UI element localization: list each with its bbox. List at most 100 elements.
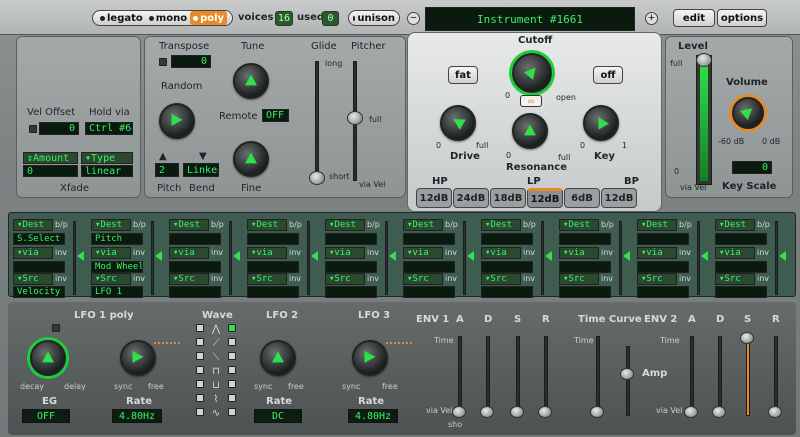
resonance-knob[interactable] (512, 113, 548, 149)
mod-via-value[interactable] (169, 261, 221, 273)
mod-src-header[interactable]: ▾ Src (247, 273, 287, 285)
mod-via-header[interactable]: ▾ via (637, 247, 677, 259)
glide-slider-handle[interactable] (309, 171, 325, 185)
env1-r-slider[interactable] (544, 336, 548, 416)
env2-r-handle[interactable] (768, 406, 782, 418)
slope-selector[interactable]: 12dB 24dB 18dB 12dB 6dB 12dB (408, 188, 663, 212)
lfo3-rate-knob[interactable] (352, 340, 388, 376)
amp-curve-handle[interactable] (620, 368, 634, 380)
wave-row-smooth[interactable]: ∿ (196, 408, 236, 419)
env1-d-handle[interactable] (480, 406, 494, 418)
mod-dest-header[interactable]: ▾ Dest (169, 219, 209, 231)
mod-dest-header[interactable]: ▾ Dest (559, 219, 599, 231)
mod-dest-value[interactable]: Pitch (91, 233, 143, 245)
legato-button[interactable]: legato (97, 11, 146, 25)
amount-field[interactable]: 0 (23, 165, 78, 177)
env1-a-handle[interactable] (452, 406, 466, 418)
mod-dest-value[interactable] (637, 233, 689, 245)
wave-row-saw-down[interactable]: ⟋ (196, 338, 236, 349)
mod-amount-slider[interactable] (73, 221, 76, 295)
mod-amount-arrow-icon[interactable] (623, 251, 630, 261)
env1-d-slider[interactable] (486, 336, 490, 416)
mod-dest-header[interactable]: ▾ Dest (325, 219, 365, 231)
env2-s-slider[interactable] (746, 336, 750, 416)
wave-row-random[interactable]: ⌇ (196, 394, 236, 405)
env2-s-handle[interactable] (740, 332, 754, 344)
mod-src-header[interactable]: ▾ Src (13, 273, 53, 285)
mod-amount-slider[interactable] (775, 221, 778, 295)
wave-row-pulse[interactable]: ⊔ (196, 380, 236, 391)
mod-amount-slider[interactable] (541, 221, 544, 295)
voices-field[interactable]: 16 (275, 11, 293, 26)
mod-dest-value[interactable] (559, 233, 611, 245)
cutoff-knob[interactable] (512, 53, 552, 93)
mod-amount-slider[interactable] (307, 221, 310, 295)
mod-dest-header[interactable]: ▾ Dest (715, 219, 755, 231)
mod-via-header[interactable]: ▾ via (13, 247, 53, 259)
voice-mode-selector[interactable]: legato mono poly (92, 10, 233, 26)
lfo3-rate-field[interactable]: 4.80Hz (348, 409, 398, 423)
off-button[interactable]: off (593, 66, 623, 84)
mod-via-value[interactable] (559, 261, 611, 273)
previous-preset-icon[interactable]: − (407, 12, 420, 25)
mod-dest-header[interactable]: ▾ Dest (91, 219, 131, 231)
env2-a-slider[interactable] (690, 336, 694, 416)
options-button[interactable]: options (717, 9, 767, 27)
mod-src-value[interactable] (247, 286, 299, 298)
env1-s-handle[interactable] (510, 406, 524, 418)
mod-via-value[interactable] (637, 261, 689, 273)
mod-dest-value[interactable] (481, 233, 533, 245)
type-field[interactable]: linear (81, 165, 133, 177)
lfo2-rate-knob[interactable] (260, 340, 296, 376)
env2-d-slider[interactable] (718, 336, 722, 416)
amount-header[interactable]: ⇕ Amount (23, 152, 78, 164)
mod-src-header[interactable]: ▾ Src (715, 273, 755, 285)
time-curve-slider[interactable] (596, 336, 600, 416)
slope-lp-12db[interactable]: 12dB (527, 188, 563, 208)
mod-src-header[interactable]: ▾ Src (91, 273, 131, 285)
mod-amount-slider[interactable] (385, 221, 388, 295)
mod-amount-arrow-icon[interactable] (155, 251, 162, 261)
wave-row-square[interactable]: ⊓ (196, 366, 236, 377)
eg-field[interactable]: OFF (22, 409, 70, 423)
mod-dest-value[interactable] (247, 233, 299, 245)
mod-via-value[interactable] (715, 261, 767, 273)
mod-src-value[interactable]: Velocity (13, 286, 65, 298)
mod-src-value[interactable] (715, 286, 767, 298)
mod-src-header[interactable]: ▾ Src (169, 273, 209, 285)
mod-amount-arrow-icon[interactable] (701, 251, 708, 261)
amp-curve-slider[interactable] (626, 346, 630, 416)
fine-knob[interactable] (233, 141, 269, 177)
mod-via-value[interactable] (481, 261, 533, 273)
mod-src-value[interactable] (481, 286, 533, 298)
mod-dest-value[interactable] (715, 233, 767, 245)
mono-button[interactable]: mono (146, 11, 190, 25)
wave-selector[interactable]: ⋀ ⟋ ⟍ ⊓ ⊔ ⌇ ∿ (196, 324, 236, 428)
remote-field[interactable]: OFF (262, 109, 289, 122)
env1-a-slider[interactable] (458, 336, 462, 416)
mod-src-header[interactable]: ▾ Src (325, 273, 365, 285)
slope-lp-24db[interactable]: 24dB (453, 188, 489, 208)
mod-amount-arrow-icon[interactable] (311, 251, 318, 261)
fat-button[interactable]: fat (448, 66, 478, 84)
lfo1-eg-knob[interactable] (30, 340, 66, 376)
slope-hp-12db[interactable]: 12dB (416, 188, 452, 208)
mod-via-value[interactable]: Mod Wheel (91, 261, 143, 273)
mod-amount-slider[interactable] (697, 221, 700, 295)
volume-knob[interactable] (732, 97, 764, 129)
drive-knob[interactable] (440, 105, 476, 141)
bend-down-field[interactable]: Linked (183, 163, 219, 177)
lfo1-rate-field[interactable]: 4.80Hz (112, 409, 162, 423)
mod-dest-value[interactable] (169, 233, 221, 245)
mod-amount-slider[interactable] (463, 221, 466, 295)
mod-via-value[interactable] (403, 261, 455, 273)
mod-src-header[interactable]: ▾ Src (481, 273, 521, 285)
mod-dest-value[interactable] (403, 233, 455, 245)
mod-src-value[interactable] (169, 286, 221, 298)
mod-src-header[interactable]: ▾ Src (637, 273, 677, 285)
mod-via-header[interactable]: ▾ via (559, 247, 599, 259)
instrument-name-display[interactable]: Instrument #1661 (425, 7, 635, 31)
mod-dest-header[interactable]: ▾ Dest (403, 219, 443, 231)
mod-amount-slider[interactable] (151, 221, 154, 295)
wave-row-saw-up[interactable]: ⟍ (196, 352, 236, 363)
